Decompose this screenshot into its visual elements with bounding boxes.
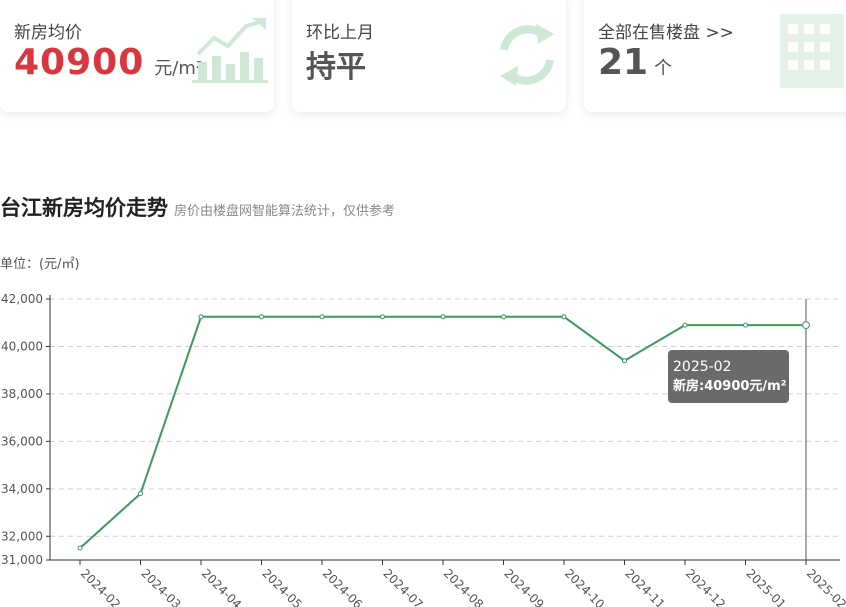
data-point xyxy=(682,322,688,328)
data-point xyxy=(138,491,143,497)
y-tick-label: 42,000 xyxy=(1,292,43,306)
data-point xyxy=(801,321,811,330)
x-tick-label: 2024-06 xyxy=(320,566,365,607)
x-tick-label: 2024-12 xyxy=(683,566,728,607)
chart-tooltip: 2025-02 新房:40900元/m² xyxy=(668,350,789,403)
data-point xyxy=(77,545,83,551)
data-point xyxy=(561,314,567,320)
tooltip-body: 新房:40900元/m² xyxy=(673,379,787,394)
data-point xyxy=(622,358,627,364)
x-tick-label: 2024-07 xyxy=(380,566,425,607)
data-point xyxy=(198,314,204,320)
data-point xyxy=(319,314,325,320)
x-tick-label: 2024-04 xyxy=(199,566,244,607)
x-tick-label: 2025-01 xyxy=(743,566,788,607)
data-point xyxy=(440,314,446,320)
x-tick-label: 2024-03 xyxy=(138,566,183,607)
data-point xyxy=(501,314,506,320)
data-point xyxy=(743,322,748,328)
x-tick-label: 2024-10 xyxy=(562,566,607,607)
tooltip-title: 2025-02 xyxy=(673,359,732,375)
price-trend-chart: 31,000 32,000 34,000 36,000 38,000 40,000 42,0… xyxy=(1,292,846,607)
x-tick-label: 2024-02 xyxy=(78,566,123,607)
x-tick-label: 2024-08 xyxy=(441,566,486,607)
y-tick-label: 40,000 xyxy=(1,339,43,353)
data-point xyxy=(259,314,264,320)
y-tick-label: 38,000 xyxy=(1,387,43,401)
x-tick-label: 2024-09 xyxy=(501,566,546,607)
y-tick-label: 34,000 xyxy=(1,482,43,496)
y-tick-label: 32,000 xyxy=(1,529,43,543)
x-tick-label: 2024-11 xyxy=(622,566,667,607)
x-tick-label: 2025-02 xyxy=(804,566,846,607)
y-tick-label: 31,000 xyxy=(1,553,43,567)
y-tick-label: 36,000 xyxy=(1,434,43,448)
x-tick-label: 2024-05 xyxy=(259,566,304,607)
data-point xyxy=(380,314,385,320)
